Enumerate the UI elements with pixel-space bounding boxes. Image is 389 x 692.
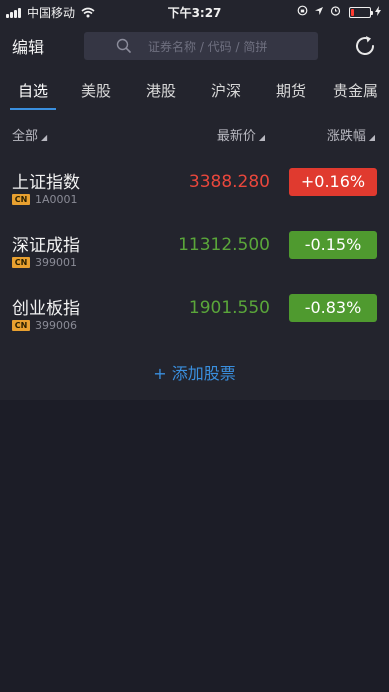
stock-change-badge[interactable]: -0.83% — [289, 294, 377, 322]
stock-name: 深证成指 — [12, 236, 80, 256]
battery-tip — [371, 11, 373, 15]
stock-name: 创业板指 — [12, 299, 80, 319]
list-item[interactable]: 上证指数 CN 1A0001 3388.280 +0.16% — [0, 166, 389, 228]
battery-icon — [349, 7, 373, 18]
sort-triangle-icon: ◢ — [368, 133, 375, 142]
filter-all-button[interactable]: 全部 ◢ — [12, 125, 47, 144]
list-item[interactable]: 深证成指 CN 399001 11312.500 -0.15% — [0, 229, 389, 291]
active-tab-indicator — [10, 108, 56, 110]
stock-code: 399006 — [35, 319, 77, 332]
stock-code: 399001 — [35, 256, 77, 269]
tab-a-shares[interactable]: 沪深 — [211, 80, 241, 101]
tab-us-stocks[interactable]: 美股 — [81, 80, 111, 101]
stock-change-badge[interactable]: -0.15% — [289, 231, 377, 259]
search-icon — [116, 38, 132, 58]
sort-triangle-icon: ◢ — [258, 133, 265, 142]
battery-level — [351, 9, 354, 16]
stock-meta: CN 399001 — [12, 256, 77, 269]
search-input[interactable]: 证券名称 / 代码 / 简拼 — [84, 32, 318, 60]
sort-change-label: 涨跌幅 — [326, 129, 366, 144]
sort-change-button[interactable]: 涨跌幅 ◢ — [327, 125, 375, 144]
status-right — [291, 5, 381, 20]
stock-price: 1901.550 — [188, 298, 270, 318]
list-header: 全部 ◢ 最新价 ◢ 涨跌幅 ◢ — [0, 120, 389, 146]
filter-all-label: 全部 — [12, 129, 39, 144]
tab-precious-metals[interactable]: 贵金属 — [333, 80, 378, 101]
refresh-icon[interactable] — [353, 34, 377, 58]
stock-change-badge[interactable]: +0.16% — [289, 168, 377, 196]
stock-price: 3388.280 — [188, 172, 270, 192]
list-item[interactable]: 创业板指 CN 399006 1901.550 -0.83% — [0, 292, 389, 354]
sort-price-button[interactable]: 最新价 ◢ — [217, 125, 265, 144]
search-placeholder: 证券名称 / 代码 / 简拼 — [148, 40, 268, 54]
sort-triangle-icon: ◢ — [41, 133, 48, 142]
sort-price-label: 最新价 — [216, 129, 256, 144]
tab-watchlist[interactable]: 自选 — [18, 80, 48, 101]
add-stock-button[interactable]: + 添加股票 — [0, 360, 389, 384]
market-badge: CN — [12, 194, 30, 205]
stock-code: 1A0001 — [35, 193, 78, 206]
location-icon — [314, 6, 324, 20]
stock-price: 11312.500 — [178, 235, 270, 255]
alarm-icon — [330, 5, 341, 20]
market-badge: CN — [12, 320, 30, 331]
tab-hk-stocks[interactable]: 港股 — [146, 80, 176, 101]
edit-button[interactable]: 编辑 — [12, 34, 44, 58]
stock-name: 上证指数 — [12, 173, 80, 193]
header-bar: 编辑 证券名称 / 代码 / 简拼 — [0, 28, 389, 64]
market-tabs: 自选 美股 港股 沪深 期货 贵金属 — [0, 74, 389, 114]
tab-futures[interactable]: 期货 — [276, 80, 306, 101]
stock-meta: CN 1A0001 — [12, 193, 78, 206]
market-badge: CN — [12, 257, 30, 268]
orientation-lock-icon — [297, 5, 308, 20]
stock-meta: CN 399006 — [12, 319, 77, 332]
status-bar: 中国移动 下午3:27 — [0, 0, 389, 24]
app-root: 中国移动 下午3:27 编辑 证券名称 / 代码 / 简拼 自选 美股 港股 沪… — [0, 0, 389, 692]
charging-icon — [375, 6, 381, 19]
